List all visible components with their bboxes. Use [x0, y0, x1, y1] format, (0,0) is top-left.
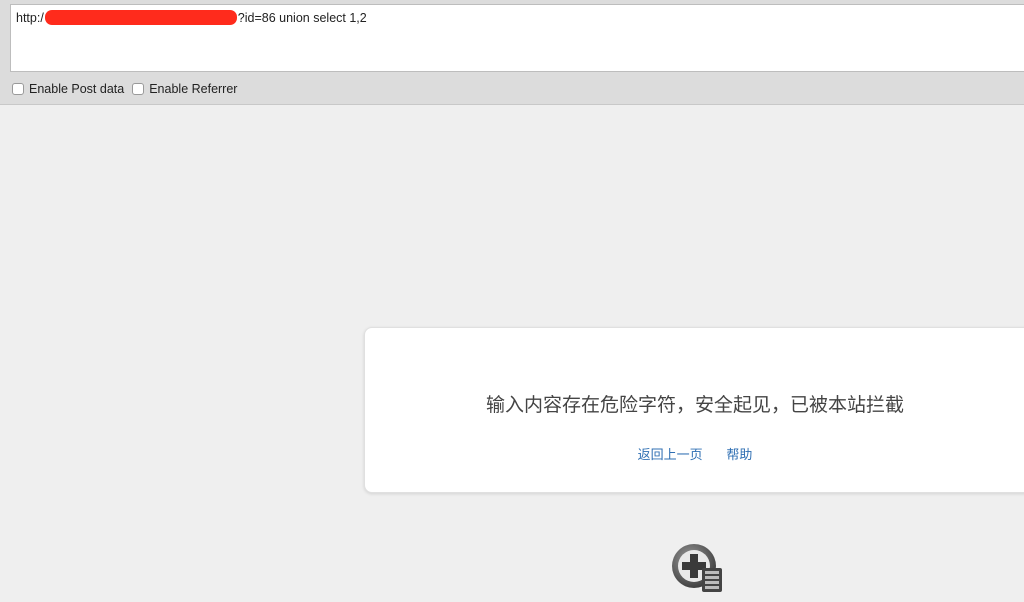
shield-plus-server-icon	[668, 540, 726, 594]
options-row: Enable Post data Enable Referrer	[12, 82, 245, 96]
enable-referrer-option[interactable]: Enable Referrer	[132, 82, 237, 96]
go-back-link[interactable]: 返回上一页	[638, 447, 703, 462]
redacted-domain	[44, 10, 237, 25]
hackbar-toolbar: http:/ ?id=86 union select 1,2 Enable Pos…	[0, 0, 1024, 105]
enable-post-data-label: Enable Post data	[29, 82, 125, 96]
url-prefix: http:/	[16, 11, 44, 25]
block-message-card: 输入内容存在危险字符，安全起见，已被本站拦截 返回上一页 帮助	[364, 327, 1024, 493]
block-message: 输入内容存在危险字符，安全起见，已被本站拦截	[485, 395, 904, 416]
enable-referrer-label: Enable Referrer	[149, 82, 238, 96]
enable-referrer-checkbox[interactable]	[132, 83, 145, 95]
url-suffix: ?id=86 union select 1,2	[237, 11, 367, 25]
enable-post-data-checkbox[interactable]	[12, 83, 24, 95]
url-textarea[interactable]: http:/ ?id=86 union select 1,2	[10, 4, 1024, 72]
help-link[interactable]: 帮助	[726, 447, 752, 462]
block-links: 返回上一页 帮助	[365, 444, 1024, 463]
enable-post-data-option[interactable]: Enable Post data	[12, 82, 124, 96]
